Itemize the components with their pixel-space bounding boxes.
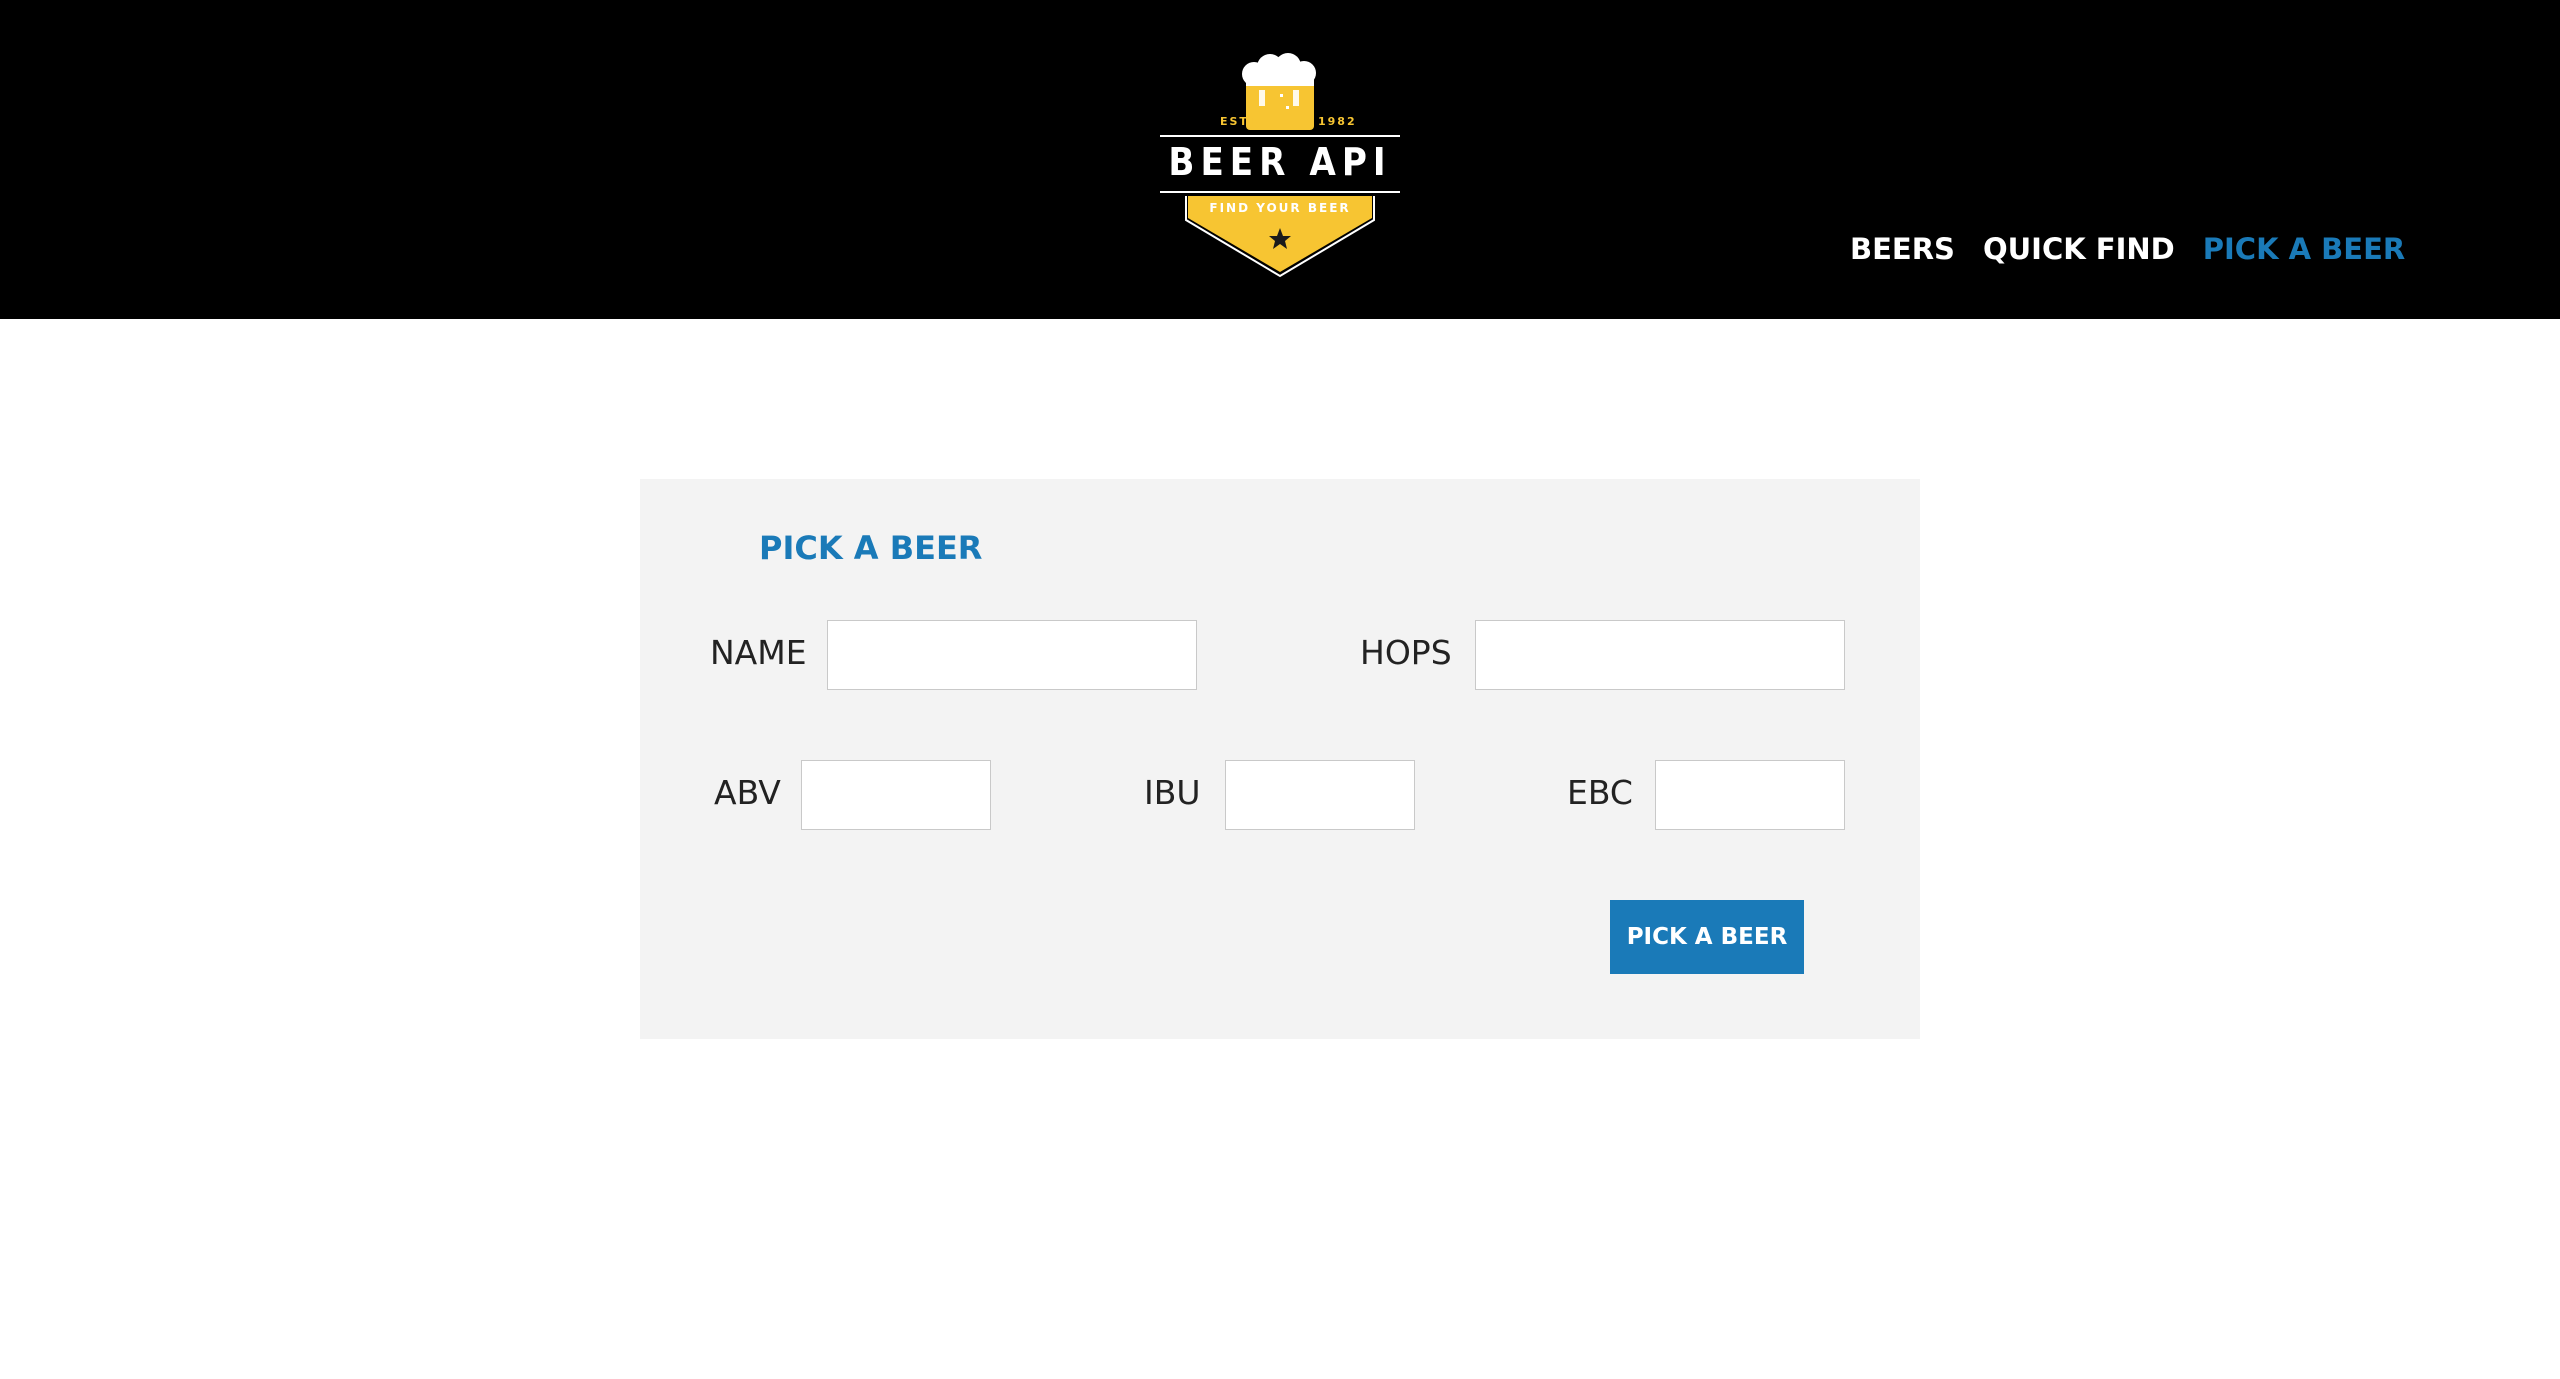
nav-link-beers[interactable]: BEERS <box>1850 232 1955 266</box>
pick-a-beer-button[interactable]: PICK A BEER <box>1610 900 1804 974</box>
ebc-input[interactable] <box>1655 760 1845 830</box>
name-label: NAME <box>710 633 807 672</box>
svg-text:1982: 1982 <box>1318 115 1357 128</box>
nav-link-pick-a-beer[interactable]: PICK A BEER <box>2203 232 2406 266</box>
ebc-label: EBC <box>1567 773 1633 812</box>
hops-input[interactable] <box>1475 620 1845 690</box>
svg-text:FIND YOUR BEER: FIND YOUR BEER <box>1209 201 1350 215</box>
name-input[interactable] <box>827 620 1197 690</box>
beer-api-logo[interactable]: ESTB 1982 BEER API FIND YOUR BEER <box>1156 50 1404 278</box>
svg-text:BEER API: BEER API <box>1168 140 1391 184</box>
nav-link-quick-find[interactable]: QUICK FIND <box>1983 232 2175 266</box>
ibu-label: IBU <box>1144 773 1201 812</box>
pick-a-beer-form: PICK A BEER NAME HOPS ABV IBU EBC PICK A… <box>640 479 1920 1039</box>
abv-input[interactable] <box>801 760 991 830</box>
hops-label: HOPS <box>1360 633 1452 672</box>
main-nav: BEERS QUICK FIND PICK A BEER <box>1850 232 2405 266</box>
svg-text:ESTB: ESTB <box>1220 115 1259 128</box>
form-title: PICK A BEER <box>759 529 983 567</box>
ibu-input[interactable] <box>1225 760 1415 830</box>
abv-label: ABV <box>714 773 781 812</box>
site-header: ESTB 1982 BEER API FIND YOUR BEER BEERS … <box>0 0 2560 319</box>
